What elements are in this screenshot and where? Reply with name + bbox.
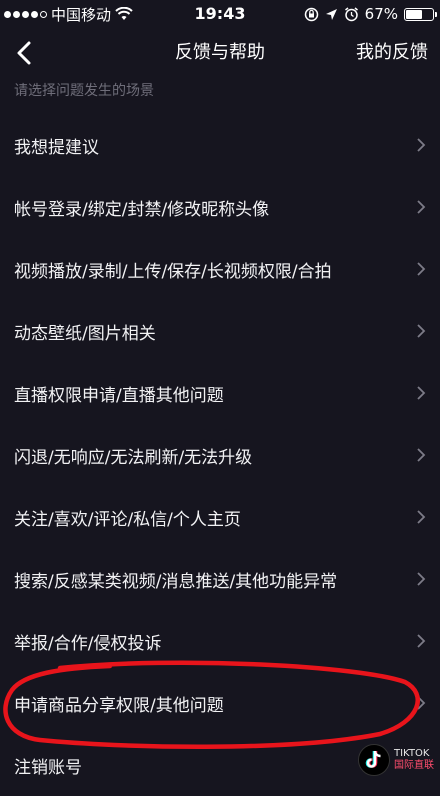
battery-percent: 67%	[364, 5, 398, 23]
nav-bar: 反馈与帮助 我的反馈	[0, 28, 440, 78]
watermark-text: TIKTOK 国际直联	[394, 748, 434, 772]
watermark-line1: TIKTOK	[394, 748, 430, 759]
list-item-label: 动态壁纸/图片相关	[14, 323, 156, 344]
chevron-right-icon	[417, 262, 426, 276]
chevron-right-icon	[417, 696, 426, 710]
chevron-right-icon	[417, 386, 426, 400]
list-item-label: 注销账号	[14, 757, 82, 778]
list-item-label: 搜索/反感某类视频/消息推送/其他功能异常	[14, 571, 338, 592]
status-bar: 中国移动 19:43 67%	[0, 0, 440, 28]
list-item-label: 视频播放/录制/上传/保存/长视频权限/合拍	[14, 261, 332, 282]
chevron-right-icon	[417, 324, 426, 338]
rotation-lock-icon	[304, 7, 318, 21]
my-feedback-button[interactable]: 我的反馈	[356, 28, 428, 78]
scenario-list: 我想提建议 帐号登录/绑定/封禁/修改昵称头像 视频播放/录制/上传/保存/长视…	[0, 114, 440, 796]
chevron-right-icon	[417, 200, 426, 214]
list-item-label: 举报/合作/侵权投诉	[14, 633, 162, 654]
chevron-right-icon	[417, 138, 426, 152]
watermark-line2: 国际直联	[394, 760, 434, 771]
chevron-right-icon	[417, 572, 426, 586]
alarm-icon	[344, 6, 358, 21]
list-item-social[interactable]: 关注/喜欢/评论/私信/个人主页	[0, 486, 440, 548]
status-right: 67%	[304, 0, 437, 28]
list-item-search[interactable]: 搜索/反感某类视频/消息推送/其他功能异常	[0, 548, 440, 610]
location-arrow-icon	[325, 8, 337, 20]
tiktok-logo-icon	[358, 744, 390, 776]
section-hint: 请选择问题发生的场景	[14, 83, 154, 99]
list-item-wallpaper[interactable]: 动态壁纸/图片相关	[0, 300, 440, 362]
battery-icon	[404, 7, 437, 21]
list-item-label: 关注/喜欢/评论/私信/个人主页	[14, 509, 241, 530]
chevron-right-icon	[417, 510, 426, 524]
list-item-video[interactable]: 视频播放/录制/上传/保存/长视频权限/合拍	[0, 238, 440, 300]
list-item-label: 直播权限申请/直播其他问题	[14, 385, 224, 406]
list-item-crash[interactable]: 闪退/无响应/无法刷新/无法升级	[0, 424, 440, 486]
list-item-live[interactable]: 直播权限申请/直播其他问题	[0, 362, 440, 424]
list-item-label: 我想提建议	[14, 137, 99, 158]
list-item-label: 申请商品分享权限/其他问题	[14, 695, 224, 716]
chevron-right-icon	[417, 634, 426, 648]
list-item-label: 帐号登录/绑定/封禁/修改昵称头像	[14, 199, 270, 220]
list-item-product-share[interactable]: 申请商品分享权限/其他问题	[0, 672, 440, 734]
tiktok-watermark: TIKTOK 国际直联	[358, 744, 434, 776]
list-item-report[interactable]: 举报/合作/侵权投诉	[0, 610, 440, 672]
list-item-account[interactable]: 帐号登录/绑定/封禁/修改昵称头像	[0, 176, 440, 238]
chevron-right-icon	[417, 448, 426, 462]
battery-fill	[406, 9, 422, 19]
list-item-suggestion[interactable]: 我想提建议	[0, 114, 440, 176]
list-item-label: 闪退/无响应/无法刷新/无法升级	[14, 447, 253, 468]
